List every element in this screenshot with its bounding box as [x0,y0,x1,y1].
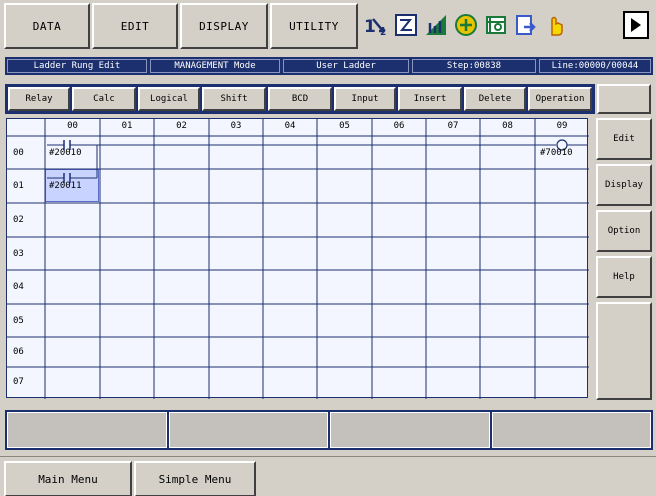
play-arrow-icon [631,18,641,32]
status-ladder-type: User Ladder [283,59,409,73]
grid-lines [7,119,589,399]
toolbar-blank-button [597,84,651,114]
status-step: Step:00838 [412,59,536,73]
simple-menu-button[interactable]: Simple Menu [134,461,256,496]
ladder-grid[interactable]: 00 01 02 03 04 05 06 07 08 09 00 01 02 0… [6,118,589,399]
col-header: 00 [67,121,78,131]
insert-button[interactable]: Insert [398,87,462,111]
row-header: 07 [13,377,24,387]
col-header: 02 [176,121,187,131]
input-button[interactable]: Input [334,87,396,111]
shift-button[interactable]: Shift [202,87,266,111]
message-cell [330,412,490,448]
row-header: 01 [13,181,24,191]
col-header: 05 [339,121,350,131]
side-help-button[interactable]: Help [596,256,652,298]
message-bar [5,410,653,450]
coordinate-icon[interactable] [454,13,478,37]
instruction-toolbar: Relay Calc Logical Shift BCD Input Inser… [5,84,595,114]
arrow-doc-icon[interactable] [514,13,538,37]
message-cell [491,412,651,448]
tool-icon[interactable] [484,13,508,37]
side-option-button[interactable]: Option [596,210,652,252]
bcd-button[interactable]: BCD [268,87,332,111]
row-header: 04 [13,282,24,292]
logical-button[interactable]: Logical [138,87,200,111]
message-cell [7,412,167,448]
coil-label[interactable]: #70010 [540,148,573,158]
col-header: 07 [447,121,459,131]
menu-display[interactable]: DISPLAY [180,3,268,49]
main-menu-button[interactable]: Main Menu [4,461,132,496]
delete-button[interactable]: Delete [464,87,526,111]
status-security-mode: MANAGEMENT Mode [150,59,280,73]
bottom-menu-bar: Main Menu Simple Menu [0,456,656,496]
side-menu: Edit Display Option Help [596,118,652,400]
row-header: 02 [13,215,24,225]
contact-label[interactable]: #20011 [49,181,82,191]
next-page-button[interactable] [623,11,649,39]
signal-icon[interactable] [424,13,448,37]
operation-button[interactable]: Operation [528,87,592,111]
col-header: 04 [284,121,296,131]
status-icons: 1 2 [364,8,568,42]
number-switch-icon[interactable]: 1 2 [364,13,388,37]
col-header: 01 [121,121,133,131]
menu-edit[interactable]: EDIT [92,3,178,49]
col-header: 08 [502,121,513,131]
col-header: 06 [393,121,405,131]
menu-data[interactable]: DATA [4,3,90,49]
top-menu-bar: DATA EDIT DISPLAY UTILITY 1 2 [0,0,656,52]
row-header: 00 [13,147,24,158]
relay-button[interactable]: Relay [8,87,70,111]
side-edit-button[interactable]: Edit [596,118,652,160]
row-header: 03 [13,248,24,259]
svg-text:2: 2 [380,28,386,37]
calc-button[interactable]: Calc [72,87,136,111]
side-blank-panel [596,302,652,400]
status-strip: Ladder Rung Edit MANAGEMENT Mode User La… [5,57,653,75]
row-header: 05 [13,315,24,326]
contact-label[interactable]: #20010 [49,148,82,158]
message-cell [168,412,328,448]
menu-utility[interactable]: UTILITY [270,3,358,49]
status-line: Line:00000/00044 [539,59,651,73]
hand-icon[interactable] [544,13,568,37]
checkbox-icon[interactable] [394,13,418,37]
row-header: 06 [13,347,24,357]
col-header: 03 [230,121,242,131]
col-header: 09 [556,121,568,131]
status-rung-mode: Ladder Rung Edit [7,59,147,73]
side-display-button[interactable]: Display [596,164,652,206]
